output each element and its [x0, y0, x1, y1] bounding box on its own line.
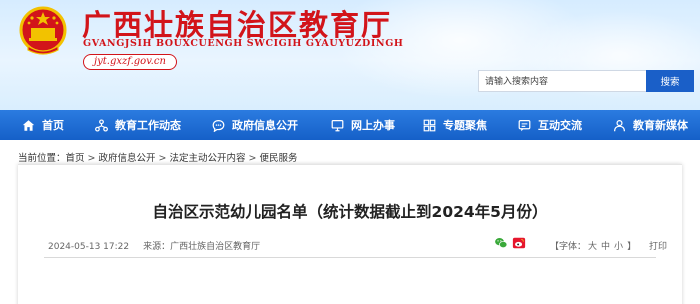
nav-item-home[interactable]: 首页: [22, 110, 64, 140]
search-button[interactable]: 搜索: [646, 70, 694, 92]
nav-item-label: 专题聚焦: [443, 119, 487, 132]
nav-item-label: 教育新媒体: [633, 119, 688, 132]
message-icon: [518, 119, 531, 131]
site-domain-badge: jyt.gxzf.gov.cn: [83, 54, 177, 70]
chat-icon: [212, 119, 225, 132]
font-size-switcher: 【字体：大中小】: [550, 239, 640, 252]
breadcrumb-separator: >: [87, 153, 96, 164]
breadcrumb-link-home[interactable]: 首页: [66, 153, 85, 164]
network-icon: [95, 118, 108, 132]
weibo-icon[interactable]: [512, 236, 526, 250]
nav-item-label: 教育工作动态: [115, 119, 181, 132]
nav-item-education-news[interactable]: 教育工作动态: [95, 110, 181, 140]
breadcrumb: 当前位置：首页 > 政府信息公开 > 法定主动公开内容 > 便民服务: [18, 150, 297, 164]
wechat-icon[interactable]: [494, 236, 508, 250]
breadcrumb-prefix: 当前位置：: [18, 153, 66, 164]
publish-date: 2024-05-13 17:22: [48, 242, 130, 252]
nav-item-label: 网上办事: [351, 119, 395, 132]
article-source: 来源：广西壮族自治区教育厅: [143, 242, 261, 252]
nav-item-gov-info[interactable]: 政府信息公开: [212, 110, 298, 140]
print-button[interactable]: 打印: [649, 239, 667, 252]
font-size-label: 【字体：: [550, 242, 587, 252]
breadcrumb-separator: >: [248, 153, 257, 164]
nav-item-label: 首页: [42, 119, 64, 132]
font-size-medium[interactable]: 中: [601, 242, 610, 252]
font-size-small[interactable]: 小: [614, 242, 623, 252]
site-header: 广西壮族自治区教育厅 GVANGJSIH BOUXCUENGH SWCIGIH …: [0, 0, 700, 110]
breadcrumb-link-services[interactable]: 便民服务: [259, 153, 297, 164]
breadcrumb-link-statutory[interactable]: 法定主动公开内容: [169, 153, 245, 164]
meta-divider: [44, 257, 656, 258]
article-card: 自治区示范幼儿园名单（统计数据截止到2024年5月份） 2024-05-13 1…: [18, 164, 682, 304]
breadcrumb-separator: >: [158, 153, 167, 164]
person-icon: [614, 119, 625, 131]
article-meta: 2024-05-13 17:22 来源：广西壮族自治区教育厅: [48, 239, 260, 252]
nav-item-interaction[interactable]: 互动交流: [518, 110, 582, 140]
nav-item-label: 互动交流: [538, 119, 582, 132]
breadcrumb-link-gov-info[interactable]: 政府信息公开: [99, 153, 156, 164]
nav-item-label: 政府信息公开: [232, 119, 298, 132]
share-icons: [494, 236, 530, 250]
home-icon: [22, 119, 35, 131]
main-nav: 首页 教育工作动态 政府信息公开 网上办事 专题聚焦 互动交流 教育新媒体: [0, 110, 700, 140]
font-size-close: 】: [627, 242, 637, 252]
site-pinyin-subtitle: GVANGJSIH BOUXCUENGH SWCIGIH GYAUYUZDING…: [83, 38, 404, 49]
nav-item-new-media[interactable]: 教育新媒体: [613, 110, 688, 140]
article-title: 自治区示范幼儿园名单（统计数据截止到2024年5月份）: [152, 203, 548, 221]
national-emblem-icon[interactable]: [18, 6, 68, 58]
font-size-large[interactable]: 大: [588, 242, 597, 252]
nav-item-special-topics[interactable]: 专题聚焦: [423, 110, 487, 140]
nav-item-online-services[interactable]: 网上办事: [331, 110, 395, 140]
grid-icon: [423, 119, 436, 131]
search-input[interactable]: [478, 70, 646, 92]
monitor-icon: [331, 119, 344, 131]
